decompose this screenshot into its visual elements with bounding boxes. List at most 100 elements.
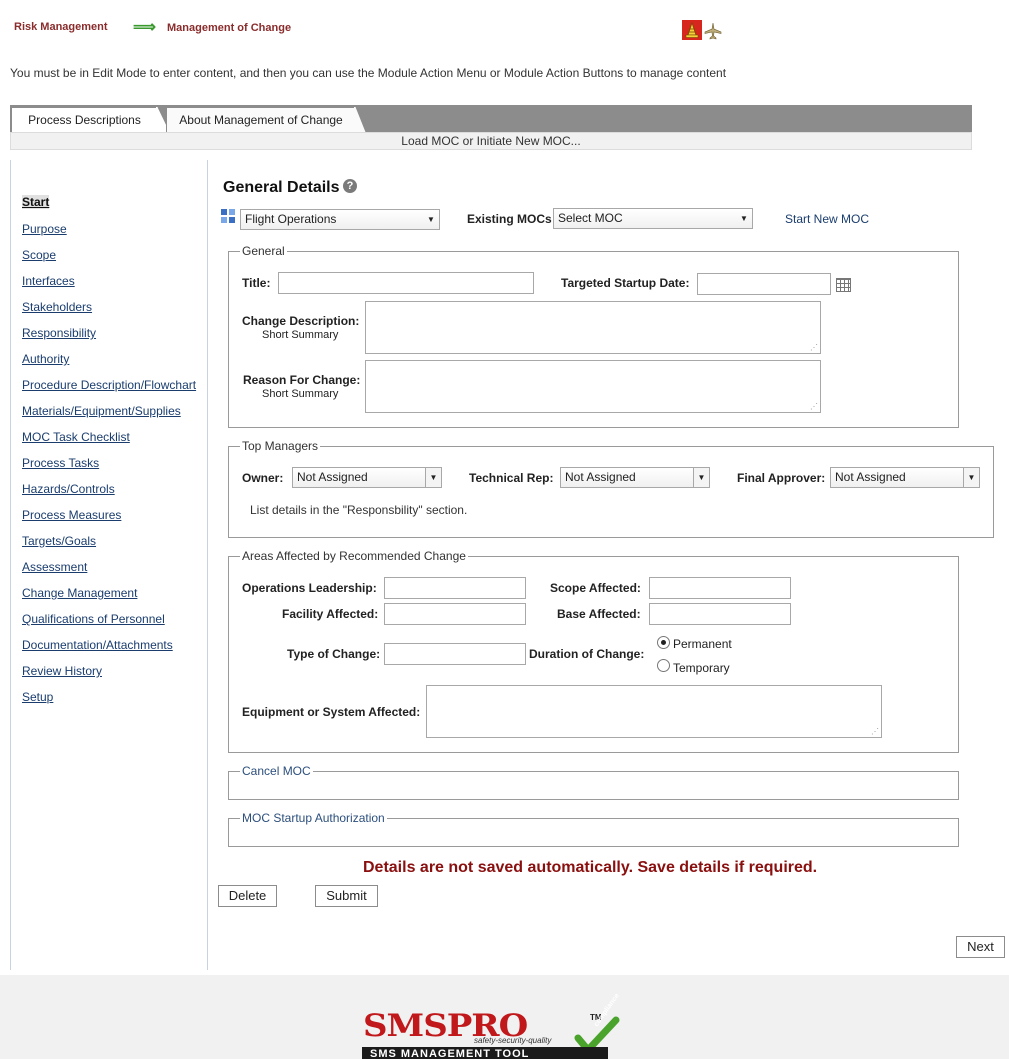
equipment-affected-label: Equipment or System Affected: (242, 705, 421, 719)
title-label: Title: (242, 276, 271, 290)
sidebar-item-targets[interactable]: Targets/Goals (22, 534, 96, 548)
airplane-icon[interactable] (704, 22, 722, 40)
facility-affected-input[interactable] (384, 603, 526, 625)
general-legend: General (242, 244, 285, 258)
technical-rep-select[interactable]: Not Assigned ▼ (560, 467, 710, 488)
title-input[interactable] (278, 272, 534, 294)
resize-grip-icon[interactable]: ⋰ (871, 728, 879, 736)
change-description-textarea[interactable]: ⋰ (365, 301, 821, 354)
next-button[interactable]: Next (956, 936, 1005, 958)
sidebar-item-interfaces[interactable]: Interfaces (22, 274, 75, 288)
sidebar-item-start[interactable]: Start (22, 195, 50, 209)
permanent-label: Permanent (673, 637, 732, 651)
areas-affected-legend: Areas Affected by Recommended Change (242, 549, 466, 563)
targeted-startup-date-input[interactable] (697, 273, 831, 295)
duration-of-change-label: Duration of Change: (529, 647, 645, 661)
chevron-down-icon: ▼ (693, 468, 709, 487)
submit-button[interactable]: Submit (315, 885, 378, 907)
tab-about-moc[interactable]: About Management of Change (166, 107, 356, 132)
operations-leadership-label: Operations Leadership: (242, 581, 377, 595)
scope-affected-label: Scope Affected: (550, 581, 641, 595)
operations-leadership-input[interactable] (384, 577, 526, 599)
calendar-icon[interactable] (836, 278, 851, 292)
existing-mocs-label: Existing MOCs (467, 212, 552, 226)
startup-authorization-fieldset[interactable]: MOC Startup Authorization (228, 811, 959, 847)
resize-grip-icon[interactable]: ⋰ (810, 344, 818, 352)
smspro-logo: SMSPRO TM safety-security-quality compli… (362, 992, 622, 1060)
breadcrumb-root[interactable]: Risk Management (14, 21, 108, 33)
breadcrumb-arrow-icon: ⟹ (133, 19, 156, 36)
sidebar-item-hazards[interactable]: Hazards/Controls (22, 482, 115, 496)
reason-for-change-textarea[interactable]: ⋰ (365, 360, 821, 413)
cancel-moc-legend[interactable]: Cancel MOC (240, 764, 313, 778)
sidebar-item-purpose[interactable]: Purpose (22, 222, 67, 236)
sidebar-border-left (10, 160, 11, 970)
grid-icon[interactable] (221, 209, 236, 224)
type-of-change-input[interactable] (384, 643, 526, 665)
chevron-down-icon: ▼ (425, 468, 441, 487)
logo-tagline: safety-security-quality (474, 1036, 552, 1045)
start-new-moc-link[interactable]: Start New MOC (785, 212, 869, 226)
tab-process-descriptions[interactable]: Process Descriptions (11, 107, 158, 132)
help-icon[interactable]: ? (343, 179, 357, 193)
base-affected-label: Base Affected: (557, 607, 641, 621)
top-managers-legend: Top Managers (242, 439, 319, 453)
change-description-sublabel: Short Summary (262, 329, 339, 341)
logo-subtitle: SMS MANAGEMENT TOOL (370, 1048, 530, 1060)
existing-mocs-select-value: Select MOC (558, 211, 623, 225)
chevron-down-icon: ▼ (740, 214, 748, 223)
targeted-startup-date-label: Targeted Startup Date: (561, 276, 690, 290)
sidebar-item-qualifications[interactable]: Qualifications of Personnel (22, 612, 165, 626)
sidebar-item-scope[interactable]: Scope (22, 248, 56, 262)
edit-mode-notice: You must be in Edit Mode to enter conten… (10, 66, 727, 80)
load-moc-bar[interactable]: Load MOC or Initiate New MOC... (10, 132, 972, 150)
sidebar-item-procedure[interactable]: Procedure Description/Flowchart (22, 378, 196, 392)
type-of-change-label: Type of Change: (287, 647, 381, 661)
reason-for-change-sublabel: Short Summary (262, 388, 339, 400)
sidebar-item-process-tasks[interactable]: Process Tasks (22, 456, 99, 470)
owner-select-value: Not Assigned (297, 470, 368, 484)
sidebar-border-right (207, 160, 208, 970)
cancel-moc-fieldset[interactable]: Cancel MOC (228, 764, 959, 800)
page-title: General Details (223, 179, 340, 196)
department-select-value: Flight Operations (245, 212, 337, 226)
sidebar-item-materials[interactable]: Materials/Equipment/Supplies (22, 404, 181, 418)
final-approver-label: Final Approver: (737, 471, 826, 485)
temporary-radio[interactable] (657, 659, 670, 672)
final-approver-select-value: Not Assigned (835, 470, 906, 484)
sidebar-item-responsibility[interactable]: Responsibility (22, 326, 96, 340)
resize-grip-icon[interactable]: ⋰ (810, 403, 818, 411)
startup-authorization-legend[interactable]: MOC Startup Authorization (240, 811, 387, 825)
top-managers-fieldset: Top Managers (228, 439, 994, 538)
delete-button[interactable]: Delete (218, 885, 277, 907)
existing-mocs-select[interactable]: Select MOC ▼ (553, 208, 753, 229)
sidebar-item-moc-task-checklist[interactable]: MOC Task Checklist (22, 430, 130, 444)
tab-bar: Process Descriptions About Management of… (10, 105, 972, 132)
department-select[interactable]: Flight Operations ▼ (240, 209, 440, 230)
scope-affected-input[interactable] (649, 577, 791, 599)
sidebar-item-setup[interactable]: Setup (22, 690, 53, 704)
sidebar-item-review-history[interactable]: Review History (22, 664, 102, 678)
equipment-affected-textarea[interactable]: ⋰ (426, 685, 882, 738)
permanent-radio[interactable] (657, 636, 670, 649)
owner-label: Owner: (242, 471, 284, 485)
sidebar-item-assessment[interactable]: Assessment (22, 560, 87, 574)
temporary-label: Temporary (673, 661, 730, 675)
sidebar-item-process-measures[interactable]: Process Measures (22, 508, 121, 522)
unsaved-warning: Details are not saved automatically. Sav… (363, 859, 818, 876)
owner-select[interactable]: Not Assigned ▼ (292, 467, 442, 488)
top-managers-note: List details in the "Responsbility" sect… (250, 503, 468, 517)
reason-for-change-label: Reason For Change: (243, 373, 361, 387)
final-approver-select[interactable]: Not Assigned ▼ (830, 467, 980, 488)
sidebar-item-documentation[interactable]: Documentation/Attachments (22, 638, 173, 652)
facility-affected-label: Facility Affected: (282, 607, 379, 621)
sidebar-item-authority[interactable]: Authority (22, 352, 69, 366)
technical-rep-label: Technical Rep: (469, 471, 554, 485)
chevron-down-icon: ▼ (963, 468, 979, 487)
sidebar-item-stakeholders[interactable]: Stakeholders (22, 300, 92, 314)
alert-bell-icon[interactable] (681, 19, 703, 41)
sidebar-item-change-management[interactable]: Change Management (22, 586, 137, 600)
tab-separator (354, 107, 366, 132)
chevron-down-icon: ▼ (427, 215, 435, 224)
base-affected-input[interactable] (649, 603, 791, 625)
